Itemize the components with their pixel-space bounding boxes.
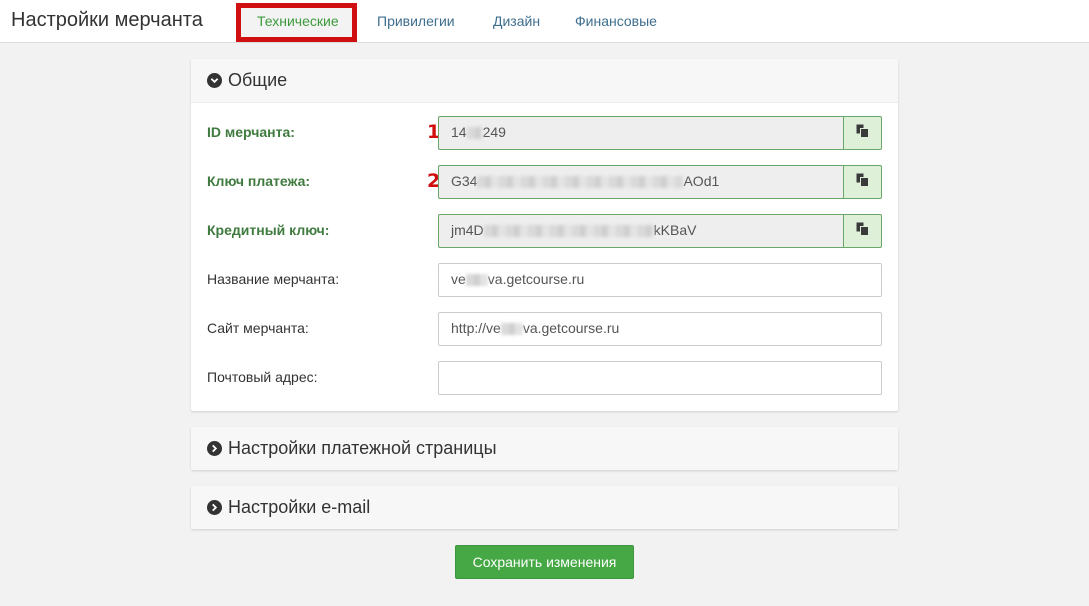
tab-technical[interactable]: Технические: [257, 13, 339, 29]
credit-key-label: Кредитный ключ:: [207, 222, 330, 238]
chevron-right-circle-icon: [207, 441, 222, 456]
merchant-id-field[interactable]: 14 249: [438, 116, 843, 150]
credit-key-field[interactable]: jm4D kKBaV: [438, 214, 843, 248]
top-bar: Настройки мерчанта Технические Привилеги…: [0, 0, 1089, 43]
tab-privileges[interactable]: Привилегии: [377, 13, 455, 29]
save-changes-button[interactable]: Сохранить изменения: [455, 545, 634, 579]
email-input[interactable]: [438, 361, 882, 395]
payment-page-panel-header[interactable]: Настройки платежной страницы: [191, 427, 898, 470]
redacted-blur: [483, 225, 654, 238]
chevron-down-circle-icon: [207, 73, 222, 88]
redacted-blur: [465, 274, 488, 287]
payment-page-panel-title: Настройки платежной страницы: [228, 438, 497, 458]
merchant-id-row: ID мерчанта: 1 14 249: [207, 116, 882, 150]
copy-merchant-id-button[interactable]: [843, 116, 882, 150]
merchant-id-label: ID мерчанта:: [207, 124, 295, 140]
copy-payment-key-button[interactable]: [843, 165, 882, 199]
merchant-name-input[interactable]: ve va.getcourse.ru: [438, 263, 882, 297]
tab-design[interactable]: Дизайн: [493, 13, 540, 29]
redacted-blur: [477, 176, 684, 189]
payment-page-panel: Настройки платежной страницы: [191, 427, 898, 470]
general-panel-header[interactable]: Общие: [191, 59, 898, 103]
merchant-name-row: Название мерчанта: ve va.getcourse.ru: [207, 263, 882, 297]
general-panel-title: Общие: [228, 70, 288, 90]
credit-key-row: Кредитный ключ: jm4D kKBaV: [207, 214, 882, 248]
email-settings-panel-title: Настройки e-mail: [228, 497, 371, 517]
redacted-blur: [500, 323, 523, 336]
payment-key-field[interactable]: G34 AOd1: [438, 165, 843, 199]
payment-key-label: Ключ платежа:: [207, 173, 311, 189]
merchant-site-input[interactable]: http://ve va.getcourse.ru: [438, 312, 882, 346]
clipboard-icon: [856, 222, 869, 241]
chevron-right-circle-icon: [207, 500, 222, 515]
email-row: Почтовый адрес:: [207, 361, 882, 395]
merchant-site-row: Сайт мерчанта: http://ve va.getcourse.ru: [207, 312, 882, 346]
copy-credit-key-button[interactable]: [843, 214, 882, 248]
page-title: Настройки мерчанта: [11, 9, 203, 31]
tab-financial[interactable]: Финансовые: [575, 13, 657, 29]
email-label: Почтовый адрес:: [207, 369, 318, 385]
merchant-site-label: Сайт мерчанта:: [207, 320, 309, 336]
general-panel: Общие ID мерчанта: 1 14 249 Ключ платежа:…: [191, 59, 898, 411]
merchant-name-label: Название мерчанта:: [207, 271, 340, 287]
email-settings-panel-header[interactable]: Настройки e-mail: [191, 486, 898, 529]
payment-key-row: Ключ платежа: 2 G34 AOd1: [207, 165, 882, 199]
email-settings-panel: Настройки e-mail: [191, 486, 898, 529]
clipboard-icon: [856, 173, 869, 192]
clipboard-icon: [856, 124, 869, 143]
redacted-blur: [466, 127, 483, 140]
